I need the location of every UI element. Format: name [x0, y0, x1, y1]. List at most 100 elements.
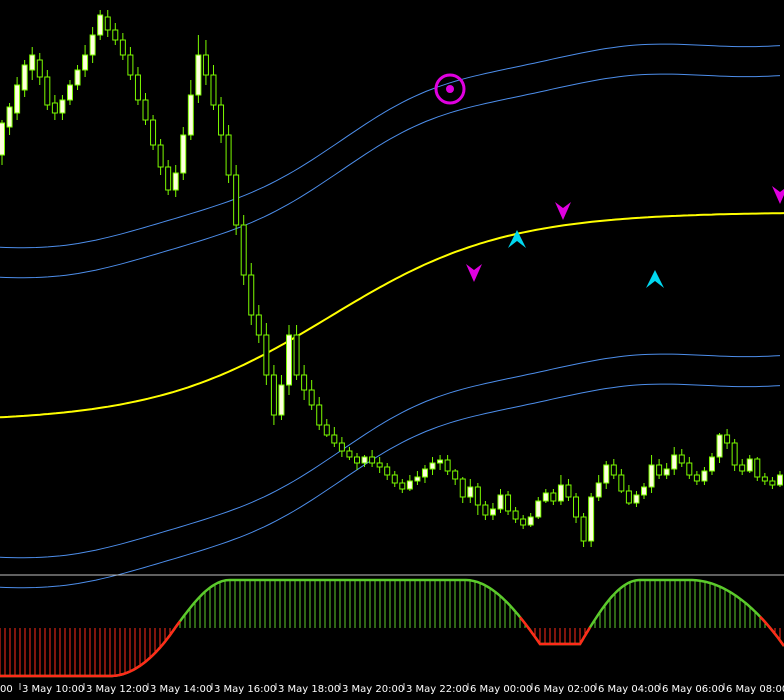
- time-axis-label: 6 May 06:00: [662, 684, 724, 695]
- candle-body: [36, 59, 43, 78]
- candle-body: [331, 434, 338, 444]
- candle[interactable]: [754, 457, 761, 481]
- candle-body: [21, 64, 28, 91]
- candle-body: [210, 74, 217, 106]
- candle-body: [716, 434, 723, 458]
- candle-body: [391, 474, 398, 484]
- time-axis-label: 6 May 00:00: [470, 684, 532, 695]
- candle-body: [421, 468, 428, 478]
- candle-body: [542, 492, 549, 502]
- candle-body: [248, 274, 255, 316]
- candle[interactable]: [233, 165, 240, 235]
- candle-body: [134, 74, 141, 101]
- candle[interactable]: [180, 127, 187, 180]
- candle-body: [270, 374, 277, 416]
- candle-body: [44, 76, 51, 106]
- candle-body: [59, 99, 66, 114]
- candle-body: [588, 496, 595, 542]
- candle-body: [671, 454, 678, 470]
- time-axis-label: 3 May 12:00: [86, 684, 148, 695]
- candle-body: [369, 456, 376, 464]
- candle-body: [535, 500, 542, 518]
- candle-body: [625, 490, 632, 504]
- candle-body: [51, 102, 58, 114]
- candle-body: [769, 480, 776, 486]
- candle-body: [127, 54, 134, 76]
- candle-body: [74, 69, 81, 86]
- chart-background: [0, 0, 784, 700]
- candle-body: [89, 34, 96, 56]
- trading-chart[interactable]: 00 3 May 10:00 3 May 12:00 3 May 14:00 3 May…: [0, 0, 784, 700]
- candle-body: [323, 424, 330, 436]
- candle-body: [225, 134, 232, 176]
- candle-body: [6, 106, 13, 128]
- candle-body: [119, 39, 126, 56]
- candle-body: [202, 54, 209, 76]
- candle-body: [172, 172, 179, 191]
- candle-body: [293, 334, 300, 376]
- time-axis-label: 00: [0, 684, 13, 695]
- candle-body: [686, 462, 693, 476]
- candle-body: [14, 84, 21, 114]
- candle-body: [641, 486, 648, 496]
- candle-body: [437, 459, 444, 464]
- candle[interactable]: [588, 493, 595, 547]
- candle-body: [233, 174, 240, 226]
- candle-body: [376, 462, 383, 468]
- time-axis-label: 6 May 04:00: [598, 684, 660, 695]
- candle[interactable]: [286, 325, 293, 395]
- candle-body: [255, 314, 262, 336]
- candle-body: [444, 459, 451, 472]
- candle-body: [353, 456, 360, 464]
- candle-body: [573, 496, 580, 518]
- candle-body: [512, 510, 519, 520]
- candle-body: [550, 492, 557, 502]
- candle-body: [0, 122, 5, 156]
- candle-body: [240, 224, 247, 276]
- candle-body: [218, 104, 225, 136]
- candle-body: [414, 476, 421, 482]
- candle-body: [467, 486, 474, 498]
- candle-body: [301, 374, 308, 391]
- candle-body: [384, 466, 391, 476]
- candle-body: [739, 464, 746, 472]
- candle-body: [112, 29, 119, 41]
- candle-body: [308, 389, 315, 406]
- candle[interactable]: [505, 491, 512, 515]
- candle-body: [754, 458, 761, 478]
- candle-body: [663, 468, 670, 476]
- time-axis-label: 3 May 20:00: [342, 684, 404, 695]
- candle-body: [142, 99, 149, 121]
- candle-body: [97, 14, 104, 36]
- candle-body: [399, 482, 406, 490]
- candle-body: [482, 504, 489, 516]
- candle-body: [474, 486, 481, 506]
- candle-body: [429, 462, 436, 470]
- time-axis-label: 6 May 02:00: [534, 684, 596, 695]
- target-dot-icon: [446, 85, 454, 93]
- candle-body: [731, 442, 738, 466]
- time-axis-label: 3 May 16:00: [214, 684, 276, 695]
- candle-body: [82, 54, 89, 71]
- time-axis-label: 3 May 18:00: [278, 684, 340, 695]
- candle-body: [150, 119, 157, 146]
- chart-canvas[interactable]: 00 3 May 10:00 3 May 12:00 3 May 14:00 3 May…: [0, 0, 784, 700]
- candle-body: [278, 384, 285, 416]
- candle-body: [286, 334, 293, 386]
- candle-body: [263, 334, 270, 376]
- candle[interactable]: [150, 115, 157, 150]
- candle[interactable]: [97, 10, 104, 40]
- candle-body: [187, 94, 194, 136]
- candle-body: [693, 474, 700, 482]
- candle-body: [459, 478, 466, 498]
- candle-body: [678, 454, 685, 464]
- time-axis: 00 3 May 10:00 3 May 12:00 3 May 14:00 3 May…: [0, 683, 784, 695]
- candle-body: [165, 166, 172, 191]
- candle-body: [610, 464, 617, 476]
- candle-body: [452, 470, 459, 480]
- time-axis-label: 6 May 08:00: [726, 684, 784, 695]
- time-axis-label: 3 May 22:00: [406, 684, 468, 695]
- candle-body: [29, 54, 36, 71]
- candle[interactable]: [240, 215, 247, 285]
- candle-body: [708, 456, 715, 472]
